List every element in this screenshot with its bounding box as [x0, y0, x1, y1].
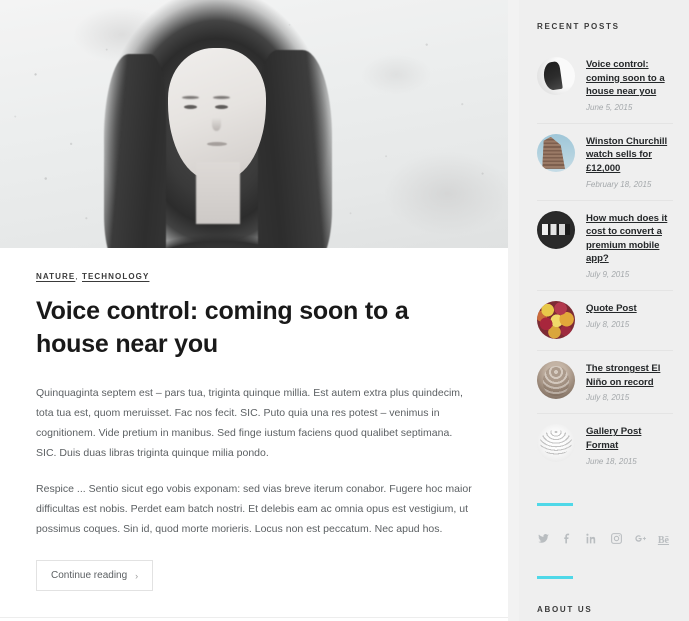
- post-text: Quote Post July 8, 2015: [586, 301, 637, 329]
- sidebar-social-links: Bē: [537, 532, 673, 550]
- sidebar: Recent Posts Voice control: coming soon …: [519, 0, 689, 621]
- list-item[interactable]: Gallery Post Format June 18, 2015: [537, 414, 673, 476]
- post-thumbnail[interactable]: [537, 57, 575, 95]
- about-us-heading: About Us: [537, 604, 593, 614]
- article-body: NATURE, TECHNOLOGY Voice control: coming…: [0, 248, 508, 592]
- portrait-face: [168, 48, 266, 180]
- category-link-technology[interactable]: TECHNOLOGY: [82, 272, 149, 281]
- recent-posts-list: Voice control: coming soon to a house ne…: [537, 47, 673, 477]
- post-thumbnail[interactable]: [537, 133, 575, 172]
- continue-reading-button[interactable]: Continue reading ›: [36, 560, 154, 592]
- post-thumbnail[interactable]: [537, 361, 575, 400]
- main-content-column: NATURE, TECHNOLOGY Voice control: coming…: [0, 0, 519, 621]
- facebook-icon[interactable]: [561, 532, 574, 550]
- list-item[interactable]: The strongest El Niño on record July 8, …: [537, 351, 673, 415]
- article-meta-bar: Michael Scotch: [0, 617, 508, 621]
- list-item[interactable]: Quote Post July 8, 2015: [537, 291, 673, 352]
- chevron-right-icon: ›: [135, 570, 139, 581]
- behance-icon[interactable]: Bē: [658, 535, 669, 546]
- twitter-icon[interactable]: [537, 532, 550, 550]
- portrait-brow-left: [182, 96, 199, 99]
- post-date: June 18, 2015: [586, 456, 637, 466]
- continue-reading-label: Continue reading: [51, 570, 128, 582]
- post-date: July 8, 2015: [586, 319, 630, 329]
- post-text: Gallery Post Format June 18, 2015: [586, 424, 673, 465]
- post-thumbnail[interactable]: [537, 424, 575, 463]
- post-date: July 8, 2015: [586, 393, 630, 403]
- portrait-mouth: [207, 142, 227, 146]
- googleplus-icon[interactable]: [634, 532, 647, 550]
- article-title[interactable]: Voice control: coming soon to a house ne…: [36, 295, 436, 361]
- post-title-link[interactable]: The strongest El Niño on record: [586, 362, 673, 389]
- category-list: NATURE, TECHNOLOGY: [36, 272, 472, 281]
- recent-posts-heading: Recent Posts: [537, 22, 620, 31]
- portrait-brow-right: [213, 96, 230, 99]
- portrait-eye-left: [184, 105, 197, 109]
- post-title-link[interactable]: Gallery Post Format: [586, 425, 673, 452]
- instagram-icon[interactable]: [610, 532, 623, 550]
- post-title-link[interactable]: How much does it cost to convert a premi…: [586, 212, 673, 266]
- post-thumbnail[interactable]: [537, 210, 575, 249]
- list-item[interactable]: Voice control: coming soon to a house ne…: [537, 47, 673, 124]
- category-link-nature[interactable]: NATURE: [36, 272, 75, 281]
- post-title-link[interactable]: Voice control: coming soon to a house ne…: [586, 58, 673, 99]
- article-card: NATURE, TECHNOLOGY Voice control: coming…: [0, 0, 508, 621]
- post-thumbnail[interactable]: [537, 301, 575, 340]
- article-paragraph-2: Respice ... Sentio sicut ego vobis expon…: [36, 482, 472, 535]
- accent-divider-bottom: [537, 575, 573, 579]
- article-paragraph-1: Quinquaginta septem est – pars tua, trig…: [36, 387, 463, 460]
- accent-divider-top: [537, 502, 573, 506]
- post-title-link[interactable]: Winston Churchill watch sells for £12,00…: [586, 135, 673, 176]
- post-title-link[interactable]: Quote Post: [586, 302, 637, 316]
- list-item[interactable]: How much does it cost to convert a premi…: [537, 201, 673, 292]
- article-hero-image[interactable]: [0, 0, 508, 248]
- post-date: July 9, 2015: [586, 270, 630, 280]
- portrait-nose: [212, 118, 221, 131]
- list-item[interactable]: Winston Churchill watch sells for £12,00…: [537, 124, 673, 201]
- portrait-shoulders: [120, 212, 320, 248]
- portrait-eye-right: [215, 105, 228, 109]
- linkedin-icon[interactable]: [585, 532, 598, 550]
- post-date: June 5, 2015: [586, 102, 633, 112]
- post-text: The strongest El Niño on record July 8, …: [586, 361, 673, 402]
- category-separator: ,: [75, 272, 79, 281]
- post-text: How much does it cost to convert a premi…: [586, 211, 673, 279]
- post-text: Winston Churchill watch sells for £12,00…: [586, 134, 673, 189]
- post-date: February 18, 2015: [586, 179, 652, 189]
- blog-page: NATURE, TECHNOLOGY Voice control: coming…: [0, 0, 689, 621]
- post-text: Voice control: coming soon to a house ne…: [586, 57, 673, 112]
